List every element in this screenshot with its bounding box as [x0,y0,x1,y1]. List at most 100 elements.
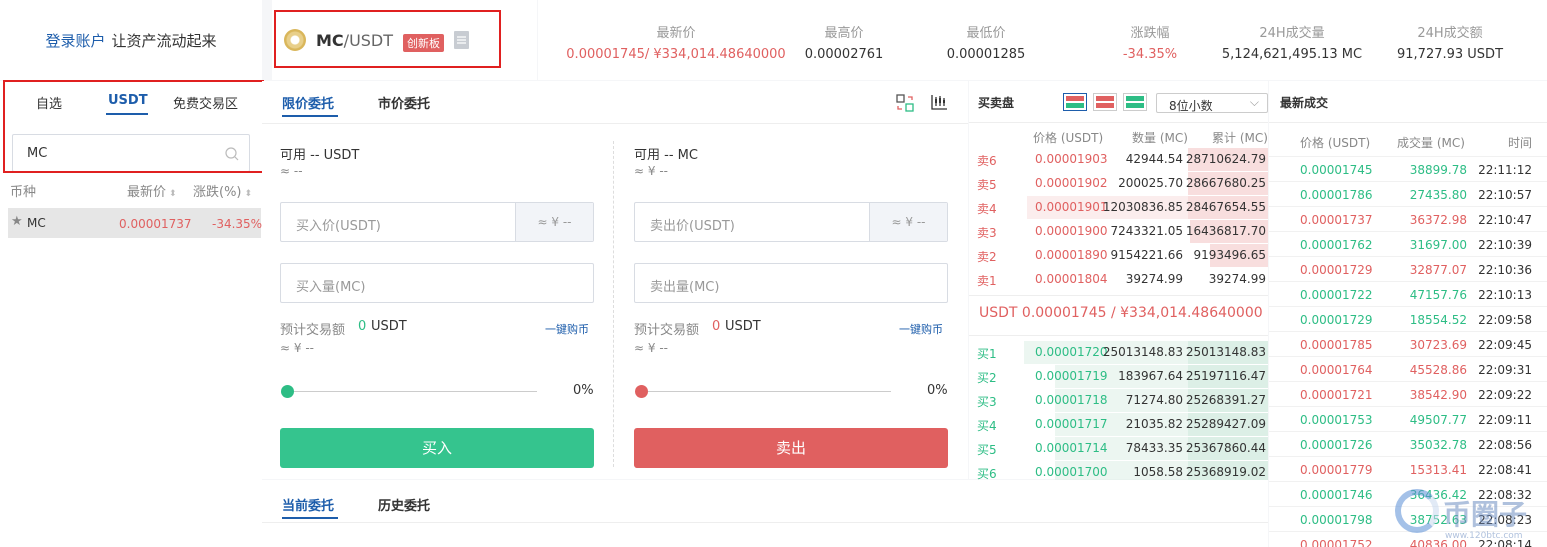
tab-history-orders[interactable]: 历史委托 [378,495,430,514]
ask-row[interactable]: 卖5 0.00001902 200025.70 28667680.25 [969,171,1268,195]
stat-label: 最新价 [656,26,696,41]
market-tab-free-zone[interactable]: 免费交易区 [173,93,238,112]
ask-row[interactable]: 卖2 0.00001890 9154221.66 9193496.65 [969,243,1268,267]
trade-price: 0.00001762 [1300,238,1373,252]
precision-select[interactable]: 8位小数 ⌵ [1156,93,1268,113]
stats-bar: 最新价 0.00001745/ ¥334,014.48640000 最高价 0.000… [538,0,1547,80]
ask-row[interactable]: 卖3 0.00001900 7243321.05 16436817.70 [969,219,1268,243]
bid-row[interactable]: 买2 0.00001719 183967.64 25197116.47 [969,364,1268,388]
trade-panel: 限价委托 市价委托 可用 -- USDT ≈ -- 买入价(USDT) ≈ ¥ … [262,81,968,479]
trade-price: 0.00001722 [1300,288,1373,302]
orders-panel: 当前委托 历史委托 [262,480,1268,547]
market-tab-favorites[interactable]: 自选 [36,93,62,112]
trade-time: 22:11:12 [1478,163,1532,177]
book-price: 0.00001902 [1035,176,1108,190]
book-col-total: 累计 (MC) [1212,131,1268,145]
sell-est-approx: ≈ ¥ -- [634,341,668,355]
search-input[interactable]: MC [12,134,250,172]
trade-price: 0.00001753 [1300,413,1373,427]
buy-quick-link[interactable]: 一键购币 [545,321,589,337]
col-coin: 币种 [10,185,37,200]
col-latest-price-label: 最新价 [127,185,167,200]
bid-row[interactable]: 买5 0.00001714 78433.35 25367860.44 [969,436,1268,460]
book-level-label: 买2 [977,371,997,385]
bid-row[interactable]: 买3 0.00001718 71274.80 25268391.27 [969,388,1268,412]
buy-percent: 0% [573,383,594,398]
book-qty: 21035.82 [1125,417,1183,431]
buy-slider-handle[interactable] [281,385,294,398]
slogan: 让资产流动起来 [111,31,217,50]
ask-row[interactable]: 卖4 0.00001901 12030836.85 28467654.55 [969,195,1268,219]
book-price: 0.00001900 [1035,224,1108,238]
col-latest-price[interactable]: 最新价 ⬍ [127,181,177,200]
book-total: 28710624.79 [1185,152,1266,166]
board-badge: 创新板 [403,34,444,52]
buy-price-cny: ≈ ¥ -- [515,203,593,241]
book-col-price: 价格 (USDT) [1033,131,1104,145]
pair-title[interactable]: MC/USDT [316,31,393,50]
sell-qty-placeholder: 卖出量(MC) [650,280,720,295]
stat-value: 0.00002761 [804,47,884,62]
tab-divider [262,123,968,124]
bid-row[interactable]: 买4 0.00001717 21035.82 25289427.09 [969,412,1268,436]
book-level-label: 买5 [977,443,997,457]
trade-time: 22:08:41 [1478,463,1532,477]
book-qty: 78433.35 [1125,441,1183,455]
market-row[interactable]: ★ MC 0.00001737 -34.35% [8,208,262,238]
book-col-qty: 数量 (MC) [1132,131,1188,145]
trade-qty: 27435.80 [1409,188,1467,202]
sell-available-approx: ≈ ¥ -- [634,164,668,178]
stat-value: -34.35% [1122,47,1178,62]
book-view-asks-icon[interactable] [1093,93,1117,111]
stat-value: 0.00001745/ ¥334,014.48640000 [566,47,786,62]
tab-current-orders[interactable]: 当前委托 [282,495,334,514]
book-view-both-icon[interactable] [1063,93,1087,111]
candlestick-chart-icon[interactable] [930,93,948,111]
buy-button[interactable]: 买入 [280,428,594,468]
sell-quick-link[interactable]: 一键购币 [899,321,943,337]
buy-price-input[interactable]: 买入价(USDT) ≈ ¥ -- [280,202,594,242]
document-icon[interactable] [454,31,469,49]
book-qty: 42944.54 [1125,152,1183,166]
book-level-label: 卖4 [977,202,997,216]
sell-price-input[interactable]: 卖出价(USDT) ≈ ¥ -- [634,202,948,242]
buy-qty-placeholder: 买入量(MC) [296,280,366,295]
book-price: 0.00001718 [1035,393,1108,407]
trade-time: 22:10:57 [1478,188,1532,202]
buy-available-approx: ≈ -- [280,164,303,178]
trade-row: 0.00001764 45528.86 22:09:31 [1269,356,1547,381]
form-divider [613,141,614,467]
sell-button[interactable]: 卖出 [634,428,948,468]
swap-layout-icon[interactable] [896,94,914,112]
trade-row: 0.00001745 38899.78 22:11:12 [1269,156,1547,181]
tab-market-order[interactable]: 市价委托 [378,93,430,112]
book-qty: 39274.99 [1125,272,1183,286]
stat-label: 最低价 [966,26,1006,41]
login-banner: 登录账户 让资产流动起来 [0,0,262,80]
sell-slider-track[interactable] [641,391,891,392]
trade-qty: 32877.07 [1409,263,1467,277]
book-view-bids-icon[interactable] [1123,93,1147,111]
ask-row[interactable]: 卖1 0.00001804 39274.99 39274.99 [969,267,1268,291]
book-qty: 7243321.05 [1110,224,1183,238]
trade-row: 0.00001753 49507.77 22:09:11 [1269,406,1547,431]
book-price: 0.00001720 [1035,345,1108,359]
trade-qty: 47157.76 [1409,288,1467,302]
sell-qty-input[interactable]: 卖出量(MC) [634,263,948,303]
tab-limit-order[interactable]: 限价委托 [282,93,334,112]
market-tab-usdt[interactable]: USDT [108,93,148,108]
buy-qty-input[interactable]: 买入量(MC) [280,263,594,303]
book-level-label: 卖2 [977,250,997,264]
sell-slider-handle[interactable] [635,385,648,398]
buy-slider-track[interactable] [287,391,537,392]
bid-row[interactable]: 买1 0.00001720 25013148.83 25013148.83 [969,340,1268,364]
stat-label: 最高价 [824,26,864,41]
book-total: 25197116.47 [1185,369,1266,383]
sort-icon: ⬍ [244,189,253,199]
star-icon[interactable]: ★ [11,214,23,229]
ask-row[interactable]: 卖6 0.00001903 42944.54 28710624.79 [969,147,1268,171]
col-change[interactable]: 涨跌(%) ⬍ [193,181,252,200]
trade-qty: 31697.00 [1409,238,1467,252]
login-link[interactable]: 登录账户 [45,30,105,51]
book-total: 25367860.44 [1185,441,1266,455]
